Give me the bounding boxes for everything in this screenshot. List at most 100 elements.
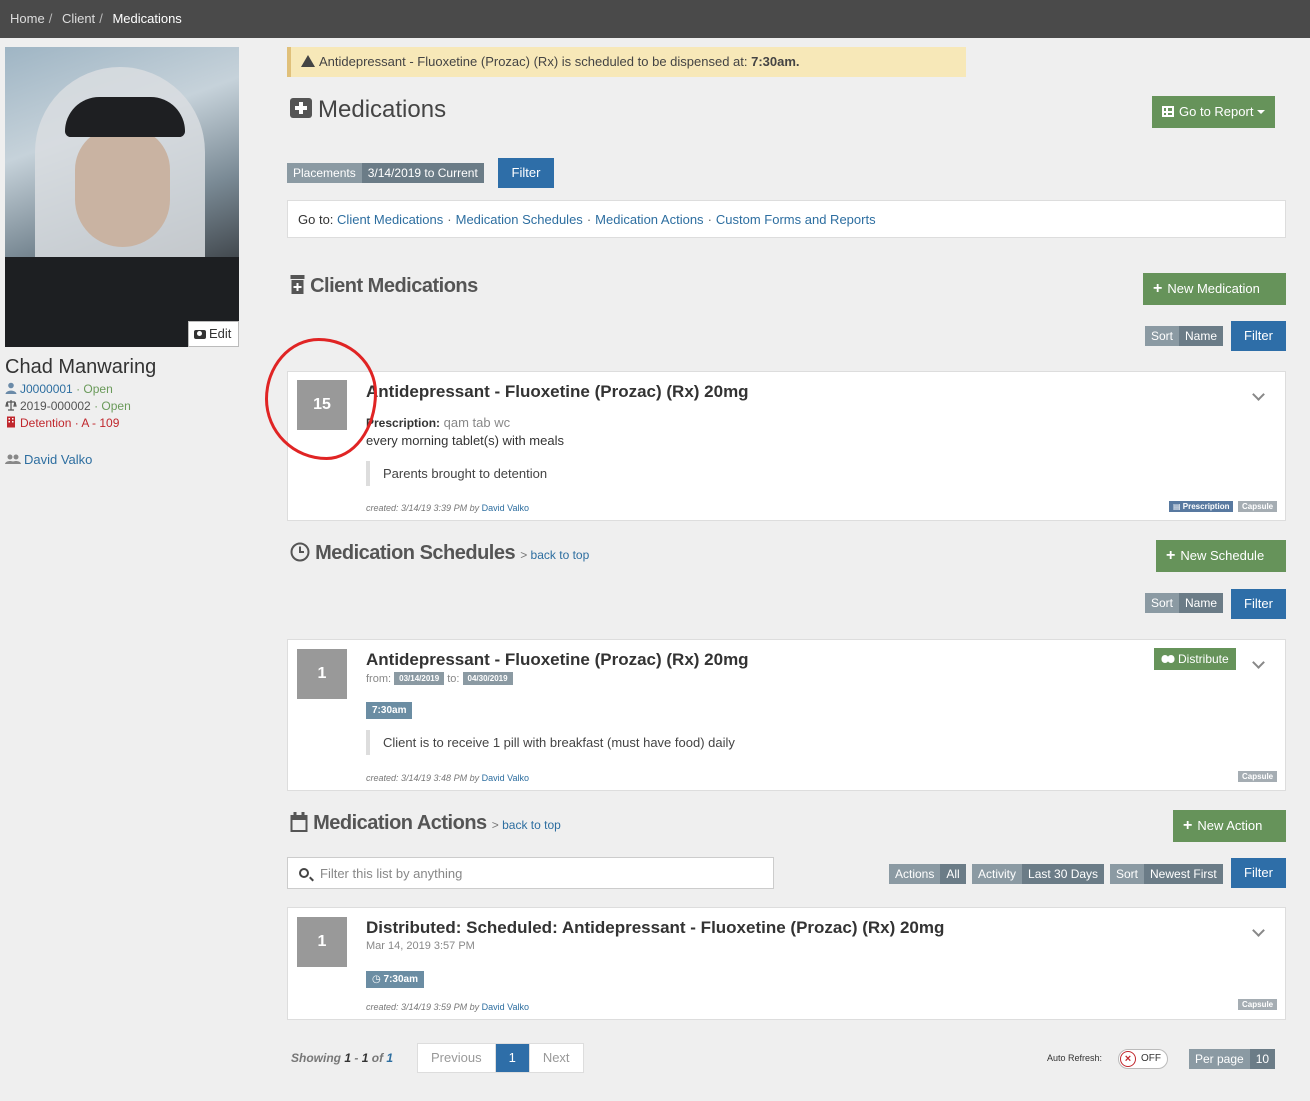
medication-schedules-heading: Medication Schedules > back to top	[290, 542, 589, 565]
previous-page-button[interactable]: Previous	[418, 1044, 496, 1072]
actions-type-tag[interactable]: Actions All	[889, 864, 966, 884]
next-page-button[interactable]: Next	[530, 1044, 583, 1072]
schedule-title[interactable]: Antidepressant - Fluoxetine (Prozac) (Rx…	[366, 650, 749, 670]
distribute-button[interactable]: Distribute	[1154, 648, 1236, 670]
edit-photo-button[interactable]: Edit	[188, 321, 239, 347]
breadcrumb-home[interactable]: Home	[10, 11, 45, 26]
medical-kit-icon	[290, 98, 312, 118]
close-icon: ×	[1120, 1051, 1136, 1067]
activity-range-tag[interactable]: Activity Last 30 Days	[972, 864, 1105, 884]
clock-icon: ◷	[372, 974, 384, 985]
chevron-down-icon[interactable]	[1252, 388, 1265, 401]
dispense-alert: Antidepressant - Fluoxetine (Prozac) (Rx…	[287, 47, 966, 77]
capsule-badge: Capsule	[1238, 771, 1278, 782]
case-line: 2019-000002 · Open	[5, 399, 131, 413]
clock-icon	[290, 542, 310, 562]
chevron-down-icon[interactable]	[1252, 924, 1265, 937]
client-medications-heading: Client Medications	[290, 275, 478, 298]
actions-sort-tag[interactable]: Sort Newest First	[1110, 864, 1223, 884]
breadcrumb-client[interactable]: Client	[62, 11, 95, 26]
action-title[interactable]: Distributed: Scheduled: Antidepressant -…	[366, 918, 944, 938]
schedule-note: Client is to receive 1 pill with breakfa…	[366, 730, 748, 755]
plus-icon: +	[1183, 817, 1193, 834]
created-by-link[interactable]: David Valko	[482, 503, 529, 513]
warning-icon	[301, 55, 315, 67]
auto-refresh-toggle[interactable]: × OFF	[1118, 1049, 1168, 1069]
new-schedule-button[interactable]: + New Schedule	[1156, 540, 1286, 572]
medication-title[interactable]: Antidepressant - Fluoxetine (Prozac) (Rx…	[366, 382, 749, 402]
created-meta: created: 3/14/19 3:48 PM by David Valko	[366, 773, 529, 783]
client-name: Chad Manwaring	[5, 356, 157, 378]
client-id-link[interactable]: J0000001	[20, 382, 73, 396]
placements-filter-tag[interactable]: Placements 3/14/2019 to Current	[287, 163, 484, 183]
user-icon	[5, 382, 17, 394]
placements-filter-button[interactable]: Filter	[498, 158, 554, 188]
medications-filter-button[interactable]: Filter	[1231, 321, 1286, 351]
schedules-sort-tag[interactable]: Sort Name	[1145, 593, 1224, 613]
schedule-date-range: from: 03/14/2019 to: 04/30/2019	[366, 672, 513, 685]
case-status: · Open	[94, 399, 131, 413]
showing-count: Showing 1 - 1 of 1	[291, 1051, 394, 1065]
actions-search[interactable]	[287, 857, 774, 889]
prescription-line: Prescription: qam tab wc	[366, 415, 511, 430]
capsule-badge: Capsule	[1238, 501, 1278, 512]
prescription-badge: ▤ Prescription	[1169, 501, 1234, 512]
medication-note: Parents brought to detention	[366, 461, 560, 486]
actions-filter-button[interactable]: Filter	[1231, 858, 1286, 888]
goto-client-medications[interactable]: Client Medications	[337, 212, 443, 227]
worker-link[interactable]: David Valko	[24, 452, 92, 467]
location-line: Detention · A - 109	[5, 416, 119, 430]
client-id-line: J0000001 · Open	[5, 382, 113, 396]
scale-icon	[5, 400, 17, 411]
breadcrumb-current: Medications	[112, 11, 182, 26]
medication-count: 15	[297, 380, 347, 430]
schedules-back-to-top[interactable]: back to top	[531, 548, 590, 562]
page-title: Medications	[290, 96, 446, 124]
document-icon: ▤	[1173, 502, 1183, 511]
per-page-selector[interactable]: Per page 10	[1189, 1049, 1276, 1069]
action-card[interactable]: 1 Distributed: Scheduled: Antidepressant…	[287, 907, 1286, 1020]
client-id-status: · Open	[76, 382, 113, 396]
worker-line: David Valko	[5, 452, 92, 467]
go-to-report-button[interactable]: Go to Report	[1152, 96, 1276, 128]
pills-icon	[1161, 655, 1175, 663]
chevron-down-icon[interactable]	[1252, 656, 1265, 669]
medications-sort-tag[interactable]: Sort Name	[1145, 326, 1224, 346]
medication-card[interactable]: 15 Antidepressant - Fluoxetine (Prozac) …	[287, 371, 1286, 521]
plus-icon: +	[1153, 280, 1163, 297]
action-count: 1	[297, 917, 347, 967]
users-icon	[5, 454, 21, 464]
goto-medication-schedules[interactable]: Medication Schedules	[456, 212, 583, 227]
created-by-link[interactable]: David Valko	[482, 773, 529, 783]
table-icon	[1162, 106, 1174, 117]
top-bar: Home / Client / Medications	[0, 0, 1310, 38]
action-time-chip: ◷ 7:30am	[366, 971, 424, 988]
new-medication-button[interactable]: + New Medication	[1143, 273, 1286, 305]
schedule-card[interactable]: 1 Antidepressant - Fluoxetine (Prozac) (…	[287, 639, 1286, 791]
schedule-count: 1	[297, 649, 347, 699]
actions-search-input[interactable]	[318, 858, 768, 888]
caret-down-icon	[1257, 110, 1266, 114]
breadcrumb: Home / Client / Medications	[10, 11, 182, 26]
auto-refresh-label: Auto Refresh:	[1047, 1053, 1103, 1063]
client-photo	[5, 47, 239, 347]
instructions: every morning tablet(s) with meals	[366, 433, 564, 448]
schedule-time-chip: 7:30am	[366, 702, 413, 719]
goto-custom-forms[interactable]: Custom Forms and Reports	[716, 212, 876, 227]
calendar-icon	[290, 812, 308, 832]
search-icon	[299, 868, 309, 878]
goto-medication-actions[interactable]: Medication Actions	[595, 212, 703, 227]
schedules-filter-button[interactable]: Filter	[1231, 589, 1286, 619]
pagination: Previous 1 Next	[417, 1043, 584, 1073]
camera-icon	[194, 330, 206, 339]
capsule-badge: Capsule	[1238, 999, 1278, 1010]
medicine-bottle-icon	[290, 275, 305, 294]
action-date: Mar 14, 2019 3:57 PM	[366, 940, 475, 952]
created-meta: created: 3/14/19 3:59 PM by David Valko	[366, 1002, 529, 1012]
location-text: Detention · A - 109	[20, 416, 120, 430]
actions-back-to-top[interactable]: back to top	[502, 818, 561, 832]
page-1-button[interactable]: 1	[495, 1044, 530, 1072]
new-action-button[interactable]: + New Action	[1173, 810, 1286, 842]
plus-icon: +	[1166, 547, 1176, 564]
created-by-link[interactable]: David Valko	[482, 1002, 529, 1012]
